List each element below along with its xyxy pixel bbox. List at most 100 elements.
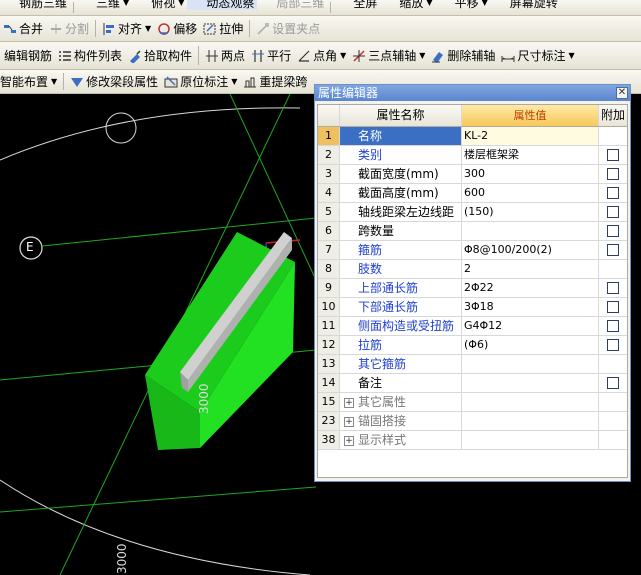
chevron-down-icon[interactable]: ▼ [426, 0, 432, 7]
property-value-field[interactable] [462, 393, 599, 411]
property-value-field[interactable]: 2 [462, 260, 599, 278]
extra-checkbox[interactable] [607, 187, 619, 199]
property-row[interactable]: 7 箍筋 Φ8@100/200(2) [318, 241, 627, 260]
reextract-span-button[interactable]: 重提梁跨 [240, 70, 310, 93]
property-value-field[interactable] [462, 355, 599, 373]
extra-checkbox[interactable] [607, 320, 619, 332]
property-row[interactable]: 4 截面高度(mm) 600 [318, 184, 627, 203]
chevron-down-icon[interactable]: ▼ [178, 0, 184, 7]
component-list-button[interactable]: 构件列表 [55, 42, 125, 69]
property-value-field[interactable]: 2Φ22 [462, 279, 599, 297]
property-row[interactable]: 5 轴线距梁左边线距 (150) [318, 203, 627, 222]
property-row[interactable]: 14 备注 [318, 374, 627, 393]
chevron-down-icon[interactable]: ▼ [482, 0, 488, 7]
local-3d-button[interactable]: 局部三维 [257, 0, 327, 10]
view-3d-button[interactable]: 三维 ▼ [77, 0, 132, 10]
property-row[interactable]: 11 侧面构造或受扭筋 G4Φ12 [318, 317, 627, 336]
split-button[interactable]: 分割 [46, 16, 92, 41]
zoom-button[interactable]: 缩放 ▼ [380, 0, 435, 10]
rotate-screen-button[interactable]: 屏幕旋转 [491, 0, 561, 10]
property-value-field[interactable] [462, 222, 599, 240]
expand-icon[interactable]: + [344, 435, 354, 446]
close-icon[interactable]: ✕ [616, 87, 628, 99]
property-row[interactable]: 38 + 显示样式 [318, 431, 627, 450]
property-row[interactable]: 8 肢数 2 [318, 260, 627, 279]
parallel-button[interactable]: 平行 [248, 42, 294, 69]
fullscreen-button[interactable]: 全屏 [334, 0, 380, 10]
toolbar-divider [330, 2, 332, 13]
offset-button[interactable]: 偏移 [154, 16, 200, 41]
property-row[interactable]: 15 + 其它属性 [318, 393, 627, 412]
chevron-down-icon[interactable]: ▼ [51, 77, 57, 86]
property-value-field[interactable]: 楼层框架梁 [462, 146, 599, 164]
chevron-down-icon[interactable]: ▼ [123, 0, 129, 7]
point-angle-button[interactable]: 点角 ▼ [294, 42, 349, 69]
modify-span-attr-button[interactable]: 修改梁段属性 [67, 70, 161, 93]
align-button[interactable]: 对齐 ▼ [99, 16, 154, 41]
rebar-3d-button[interactable]: 钢筋三维 [0, 0, 70, 10]
extra-checkbox[interactable] [607, 206, 619, 218]
three-point-aux-button[interactable]: 三点辅轴 ▼ [349, 42, 428, 69]
dynamic-view-button[interactable]: 动态观察 [187, 0, 258, 10]
extra-checkbox[interactable] [607, 339, 619, 351]
top-view-button[interactable]: 俯视 ▼ [132, 0, 187, 10]
property-row[interactable]: 3 截面宽度(mm) 300 [318, 165, 627, 184]
stretch-button[interactable]: 拉伸 [200, 16, 246, 41]
pan-button[interactable]: 平移 ▼ [436, 0, 491, 10]
property-extra-cell [599, 203, 627, 221]
extra-checkbox[interactable] [607, 244, 619, 256]
dimension-label-2: 3000 [115, 543, 129, 574]
property-extra-cell [599, 279, 627, 297]
row-number: 8 [318, 260, 340, 278]
extra-checkbox[interactable] [607, 377, 619, 389]
expand-icon[interactable]: + [344, 397, 354, 408]
property-name: 截面高度(mm) [340, 184, 462, 202]
property-name: 轴线距梁左边线距 [340, 203, 462, 221]
extra-checkbox[interactable] [607, 301, 619, 313]
property-value-field[interactable]: (150) [462, 203, 599, 221]
chevron-down-icon[interactable]: ▼ [231, 77, 237, 86]
orbit-circle-arc [0, 479, 311, 575]
two-points-button[interactable]: 两点 [202, 42, 248, 69]
expand-icon[interactable]: + [344, 416, 354, 427]
chevron-down-icon[interactable]: ▼ [145, 24, 151, 33]
property-value-field[interactable] [462, 412, 599, 430]
delete-aux-button[interactable]: 删除辅轴 [428, 42, 498, 69]
merge-button[interactable]: 合并 [0, 16, 46, 41]
row-number: 11 [318, 317, 340, 335]
property-value-field[interactable]: 300 [462, 165, 599, 183]
property-row[interactable]: 6 跨数量 [318, 222, 627, 241]
property-value-field[interactable]: KL-2 [462, 127, 599, 145]
property-row[interactable]: 1 名称 KL-2 [318, 127, 627, 146]
property-value-field[interactable]: (Φ6) [462, 336, 599, 354]
dimension-button[interactable]: 尺寸标注 ▼ [498, 42, 577, 69]
property-value-field[interactable]: G4Φ12 [462, 317, 599, 335]
property-value-field[interactable]: 3Φ18 [462, 298, 599, 316]
extra-checkbox[interactable] [607, 168, 619, 180]
chevron-down-icon[interactable]: ▼ [340, 51, 346, 60]
chevron-down-icon[interactable]: ▼ [568, 51, 574, 60]
property-value-field[interactable] [462, 431, 599, 449]
extra-checkbox[interactable] [607, 149, 619, 161]
extra-checkbox[interactable] [607, 282, 619, 294]
property-value-field[interactable]: 600 [462, 184, 599, 202]
property-row[interactable]: 13 其它箍筋 [318, 355, 627, 374]
property-row[interactable]: 23 + 锚固搭接 [318, 412, 627, 431]
property-row[interactable]: 12 拉筋 (Φ6) [318, 336, 627, 355]
property-row[interactable]: 2 类别 楼层框架梁 [318, 146, 627, 165]
chevron-down-icon[interactable]: ▼ [419, 51, 425, 60]
orbit-icon [190, 0, 204, 10]
property-row[interactable]: 10 下部通长筋 3Φ18 [318, 298, 627, 317]
toolbar-divider [63, 73, 65, 90]
property-row[interactable]: 9 上部通长筋 2Φ22 [318, 279, 627, 298]
pick-component-button[interactable]: 拾取构件 [125, 42, 195, 69]
parallel-icon [251, 49, 265, 63]
edit-rebar-button[interactable]: 编辑钢筋 [0, 42, 55, 69]
smart-layout-button[interactable]: 智能布置 ▼ [0, 70, 60, 93]
origin-mark-button[interactable]: 原位标注 ▼ [161, 70, 240, 93]
property-value-field[interactable] [462, 374, 599, 392]
property-value-field[interactable]: Φ8@100/200(2) [462, 241, 599, 259]
set-clamp-point-button[interactable]: 设置夹点 [253, 16, 323, 41]
property-editor-titlebar[interactable]: 属性编辑器 ✕ [315, 85, 630, 101]
extra-checkbox[interactable] [607, 225, 619, 237]
